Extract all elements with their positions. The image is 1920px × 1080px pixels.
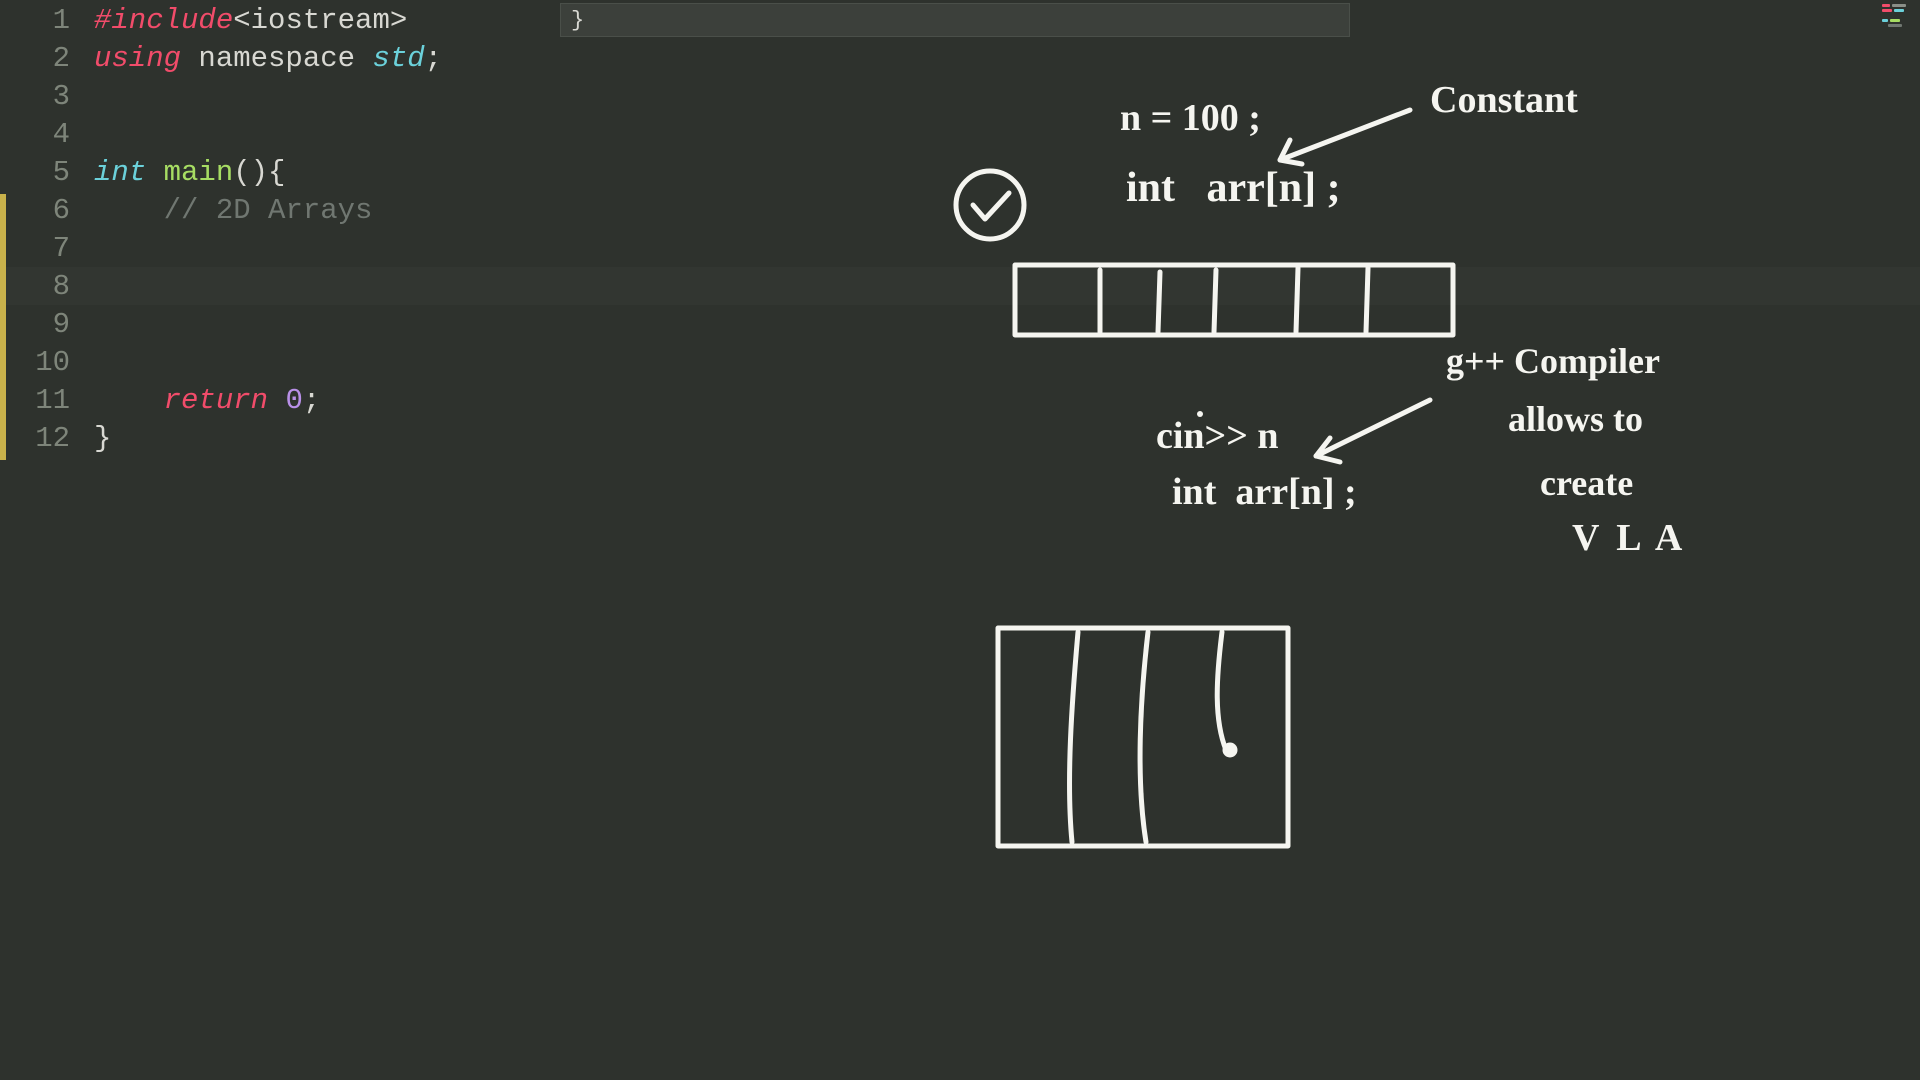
annot-constant: Constant <box>1430 78 1578 122</box>
line-number: 7 <box>0 232 70 265</box>
line-number: 4 <box>0 118 70 151</box>
annot-n-eq: n = 100 ; <box>1120 96 1261 140</box>
code-line[interactable]: #include<iostream> <box>94 4 407 37</box>
line-number: 5 <box>0 156 70 189</box>
autocomplete-text: } <box>571 8 584 33</box>
annot-gpp-2: allows to <box>1508 398 1643 440</box>
current-line-highlight <box>0 267 1920 305</box>
line-number-gutter: 123456789101112 <box>0 0 86 1080</box>
autocomplete-popup[interactable]: } <box>560 3 1350 37</box>
line-number: 8 <box>0 270 70 303</box>
line-number: 10 <box>0 346 70 379</box>
code-line[interactable]: using namespace std; <box>94 42 442 75</box>
line-number: 3 <box>0 80 70 113</box>
annot-cin-n: cin>> n <box>1156 414 1279 458</box>
line-number: 11 <box>0 384 70 417</box>
code-line[interactable]: return 0; <box>94 384 320 417</box>
code-line[interactable]: int main(){ <box>94 156 285 189</box>
annot-int-arr-1: int arr[n] ; <box>1126 164 1341 212</box>
line-number: 1 <box>0 4 70 37</box>
annot-gpp-3: create <box>1540 462 1633 504</box>
code-line[interactable]: // 2D Arrays <box>94 194 372 227</box>
minimap[interactable] <box>1882 4 1914 34</box>
annot-gpp-1: g++ Compiler <box>1446 340 1660 382</box>
line-number: 2 <box>0 42 70 75</box>
line-number: 9 <box>0 308 70 341</box>
line-number: 6 <box>0 194 70 227</box>
line-number: 12 <box>0 422 70 455</box>
annot-int-arr-2: int arr[n] ; <box>1172 470 1357 514</box>
code-line[interactable]: } <box>94 422 111 455</box>
annot-gpp-4: V L A <box>1572 516 1686 560</box>
